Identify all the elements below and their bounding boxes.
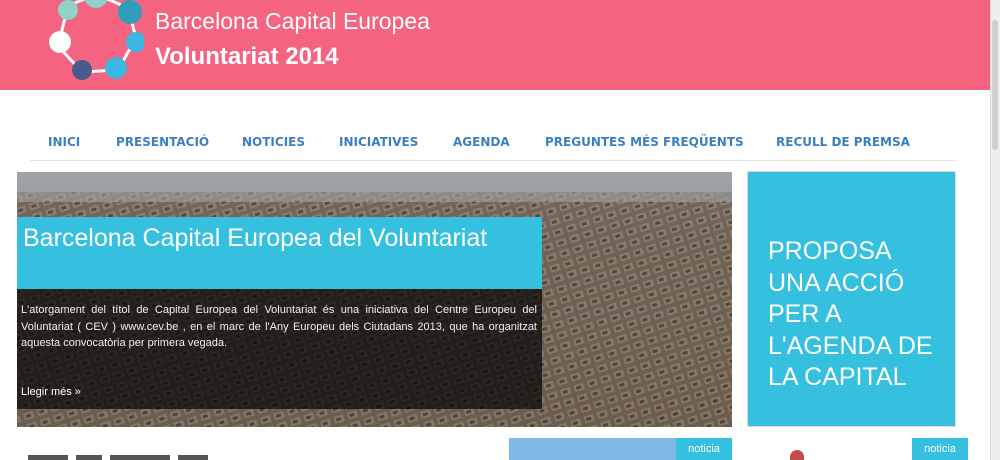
- nav-item-iniciatives[interactable]: INICIATIVES: [339, 135, 418, 149]
- main-nav: INICI PRESENTACIÓ NOTICIES INICIATIVES A…: [30, 128, 956, 161]
- propose-action-text[interactable]: PROPOSA UNA ACCIÓ PER A L'AGENDA DE LA C…: [768, 236, 948, 394]
- brand-title: Barcelona Capital Europea: [155, 8, 430, 34]
- partial-heading-cutoff: [28, 455, 208, 460]
- nav-item-recull-premsa[interactable]: RECULL DE PREMSA: [776, 135, 910, 149]
- news-tag: noticia: [912, 438, 968, 460]
- nav-item-noticies[interactable]: NOTICIES: [242, 135, 305, 149]
- news-card-image: [790, 450, 804, 460]
- hero-slider[interactable]: Barcelona Capital Europea del Voluntaria…: [17, 172, 732, 427]
- brand-subtitle: Voluntariat 2014: [155, 43, 339, 70]
- news-card[interactable]: noticia: [509, 438, 732, 460]
- nav-item-agenda[interactable]: AGENDA: [453, 135, 510, 149]
- propose-action-box[interactable]: PROPOSA UNA ACCIÓ PER A L'AGENDA DE LA C…: [747, 171, 956, 427]
- logo-icon[interactable]: [48, 0, 144, 82]
- scrollbar-thumb[interactable]: [992, 20, 998, 150]
- nav-item-inici[interactable]: INICI: [48, 135, 80, 149]
- news-tag: noticia: [676, 438, 732, 460]
- hero-title-box: Barcelona Capital Europea del Voluntaria…: [17, 217, 542, 289]
- nav-item-presentacio[interactable]: PRESENTACIÓ: [116, 135, 209, 149]
- read-more-link[interactable]: Llegir més »: [21, 386, 81, 398]
- site-header: Barcelona Capital Europea Voluntariat 20…: [0, 0, 990, 90]
- nav-item-preguntes[interactable]: PREGUNTES MÉS FREQÜENTS: [545, 135, 744, 149]
- hero-description: L'atorgament del títol de Capital Europe…: [21, 304, 537, 349]
- news-card[interactable]: noticia: [747, 438, 973, 460]
- hero-title[interactable]: Barcelona Capital Europea del Voluntaria…: [23, 223, 533, 254]
- hero-description-box: L'atorgament del títol de Capital Europe…: [17, 289, 542, 409]
